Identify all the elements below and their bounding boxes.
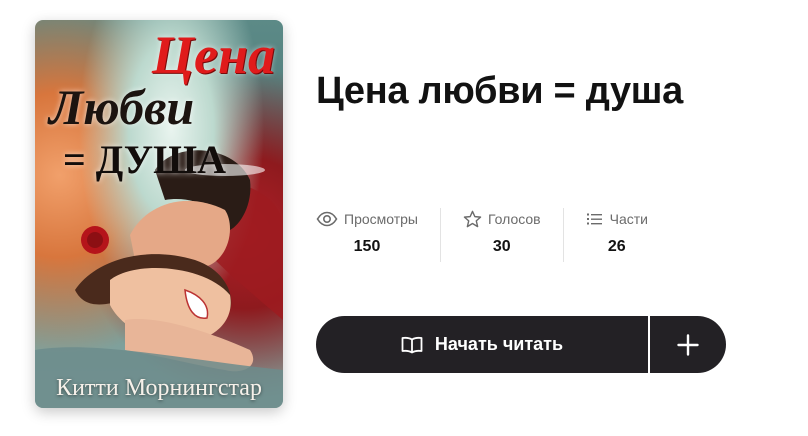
eye-icon [316,211,338,227]
stat-views: Просмотры 150 [316,208,440,262]
stat-views-value: 150 [353,238,381,255]
stat-votes-label: Голосов [488,211,541,227]
stat-votes-value: 30 [492,238,511,255]
stat-votes: Голосов 30 [440,208,563,262]
open-book-icon [401,336,423,354]
start-reading-label: Начать читать [434,334,564,354]
book-actions: Начать читать [316,316,726,373]
book-stats: Просмотры 150 Голосов 30 Части 26 [316,208,670,262]
book-cover[interactable]: Цена Любви = ДУША Китти Морнингстар [35,20,283,408]
book-page: Цена Любви = ДУША Китти Морнингстар Цена… [0,0,808,436]
stat-views-label: Просмотры [344,211,418,227]
start-reading-button[interactable]: Начать читать [316,316,648,373]
cover-title-line2: Любви [49,79,195,135]
book-title: Цена любви = душа [316,70,684,112]
stat-parts-value: 26 [607,238,626,255]
list-icon [586,212,604,226]
star-icon [463,210,482,228]
plus-icon [677,333,699,356]
cover-author: Китти Морнингстар [56,375,262,401]
stat-parts-label: Части [609,211,648,227]
add-to-library-button[interactable] [650,316,726,373]
cover-title-line1: Цена [152,25,275,85]
stat-parts: Части 26 [562,208,670,262]
cover-title-line3: = ДУША [63,137,226,182]
